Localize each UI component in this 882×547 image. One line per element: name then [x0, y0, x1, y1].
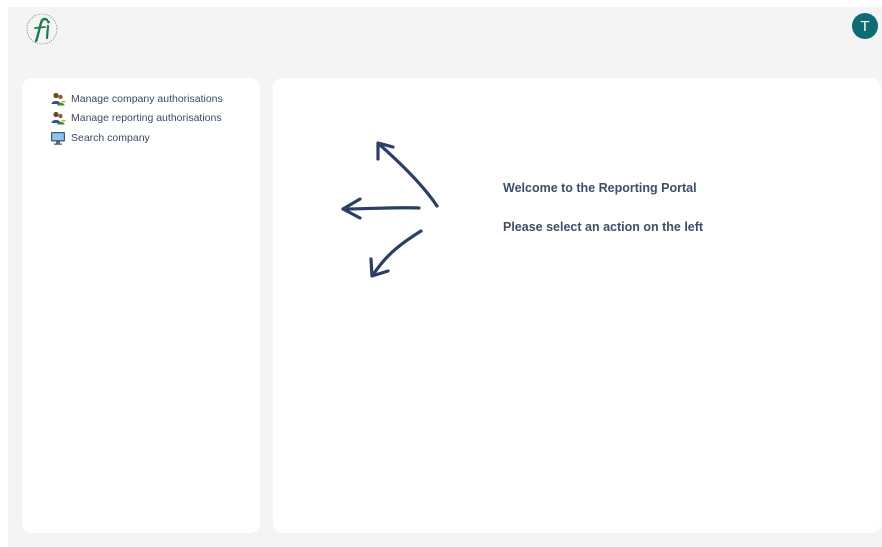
sidebar-menu: Manage company authorisations Manage rep…: [50, 89, 223, 148]
pointing-left-arrows-icon: [335, 133, 445, 283]
sidebar-item-label: Manage company authorisations: [71, 92, 223, 105]
welcome-message: Welcome to the Reporting Portal: [503, 181, 697, 195]
users-key-icon: [50, 110, 66, 126]
sidebar-item-manage-company-authorisations[interactable]: Manage company authorisations: [50, 89, 223, 109]
user-avatar-initial: T: [860, 17, 870, 35]
sidebar-item-label: Manage reporting authorisations: [71, 112, 222, 125]
monitor-search-icon: [50, 130, 66, 146]
sidebar-item-manage-reporting-authorisations[interactable]: Manage reporting authorisations: [50, 109, 223, 129]
sidebar-item-search-company[interactable]: Search company: [50, 128, 223, 148]
sidebar-panel: Manage company authorisations Manage rep…: [22, 78, 260, 533]
users-key-icon: [50, 91, 66, 107]
user-avatar[interactable]: T: [852, 13, 878, 39]
sidebar-item-label: Search company: [71, 131, 150, 144]
instruction-message: Please select an action on the left: [503, 220, 704, 234]
main-panel: Welcome to the Reporting Portal Please s…: [273, 78, 881, 533]
fi-seal-logo-icon[interactable]: [24, 11, 68, 47]
